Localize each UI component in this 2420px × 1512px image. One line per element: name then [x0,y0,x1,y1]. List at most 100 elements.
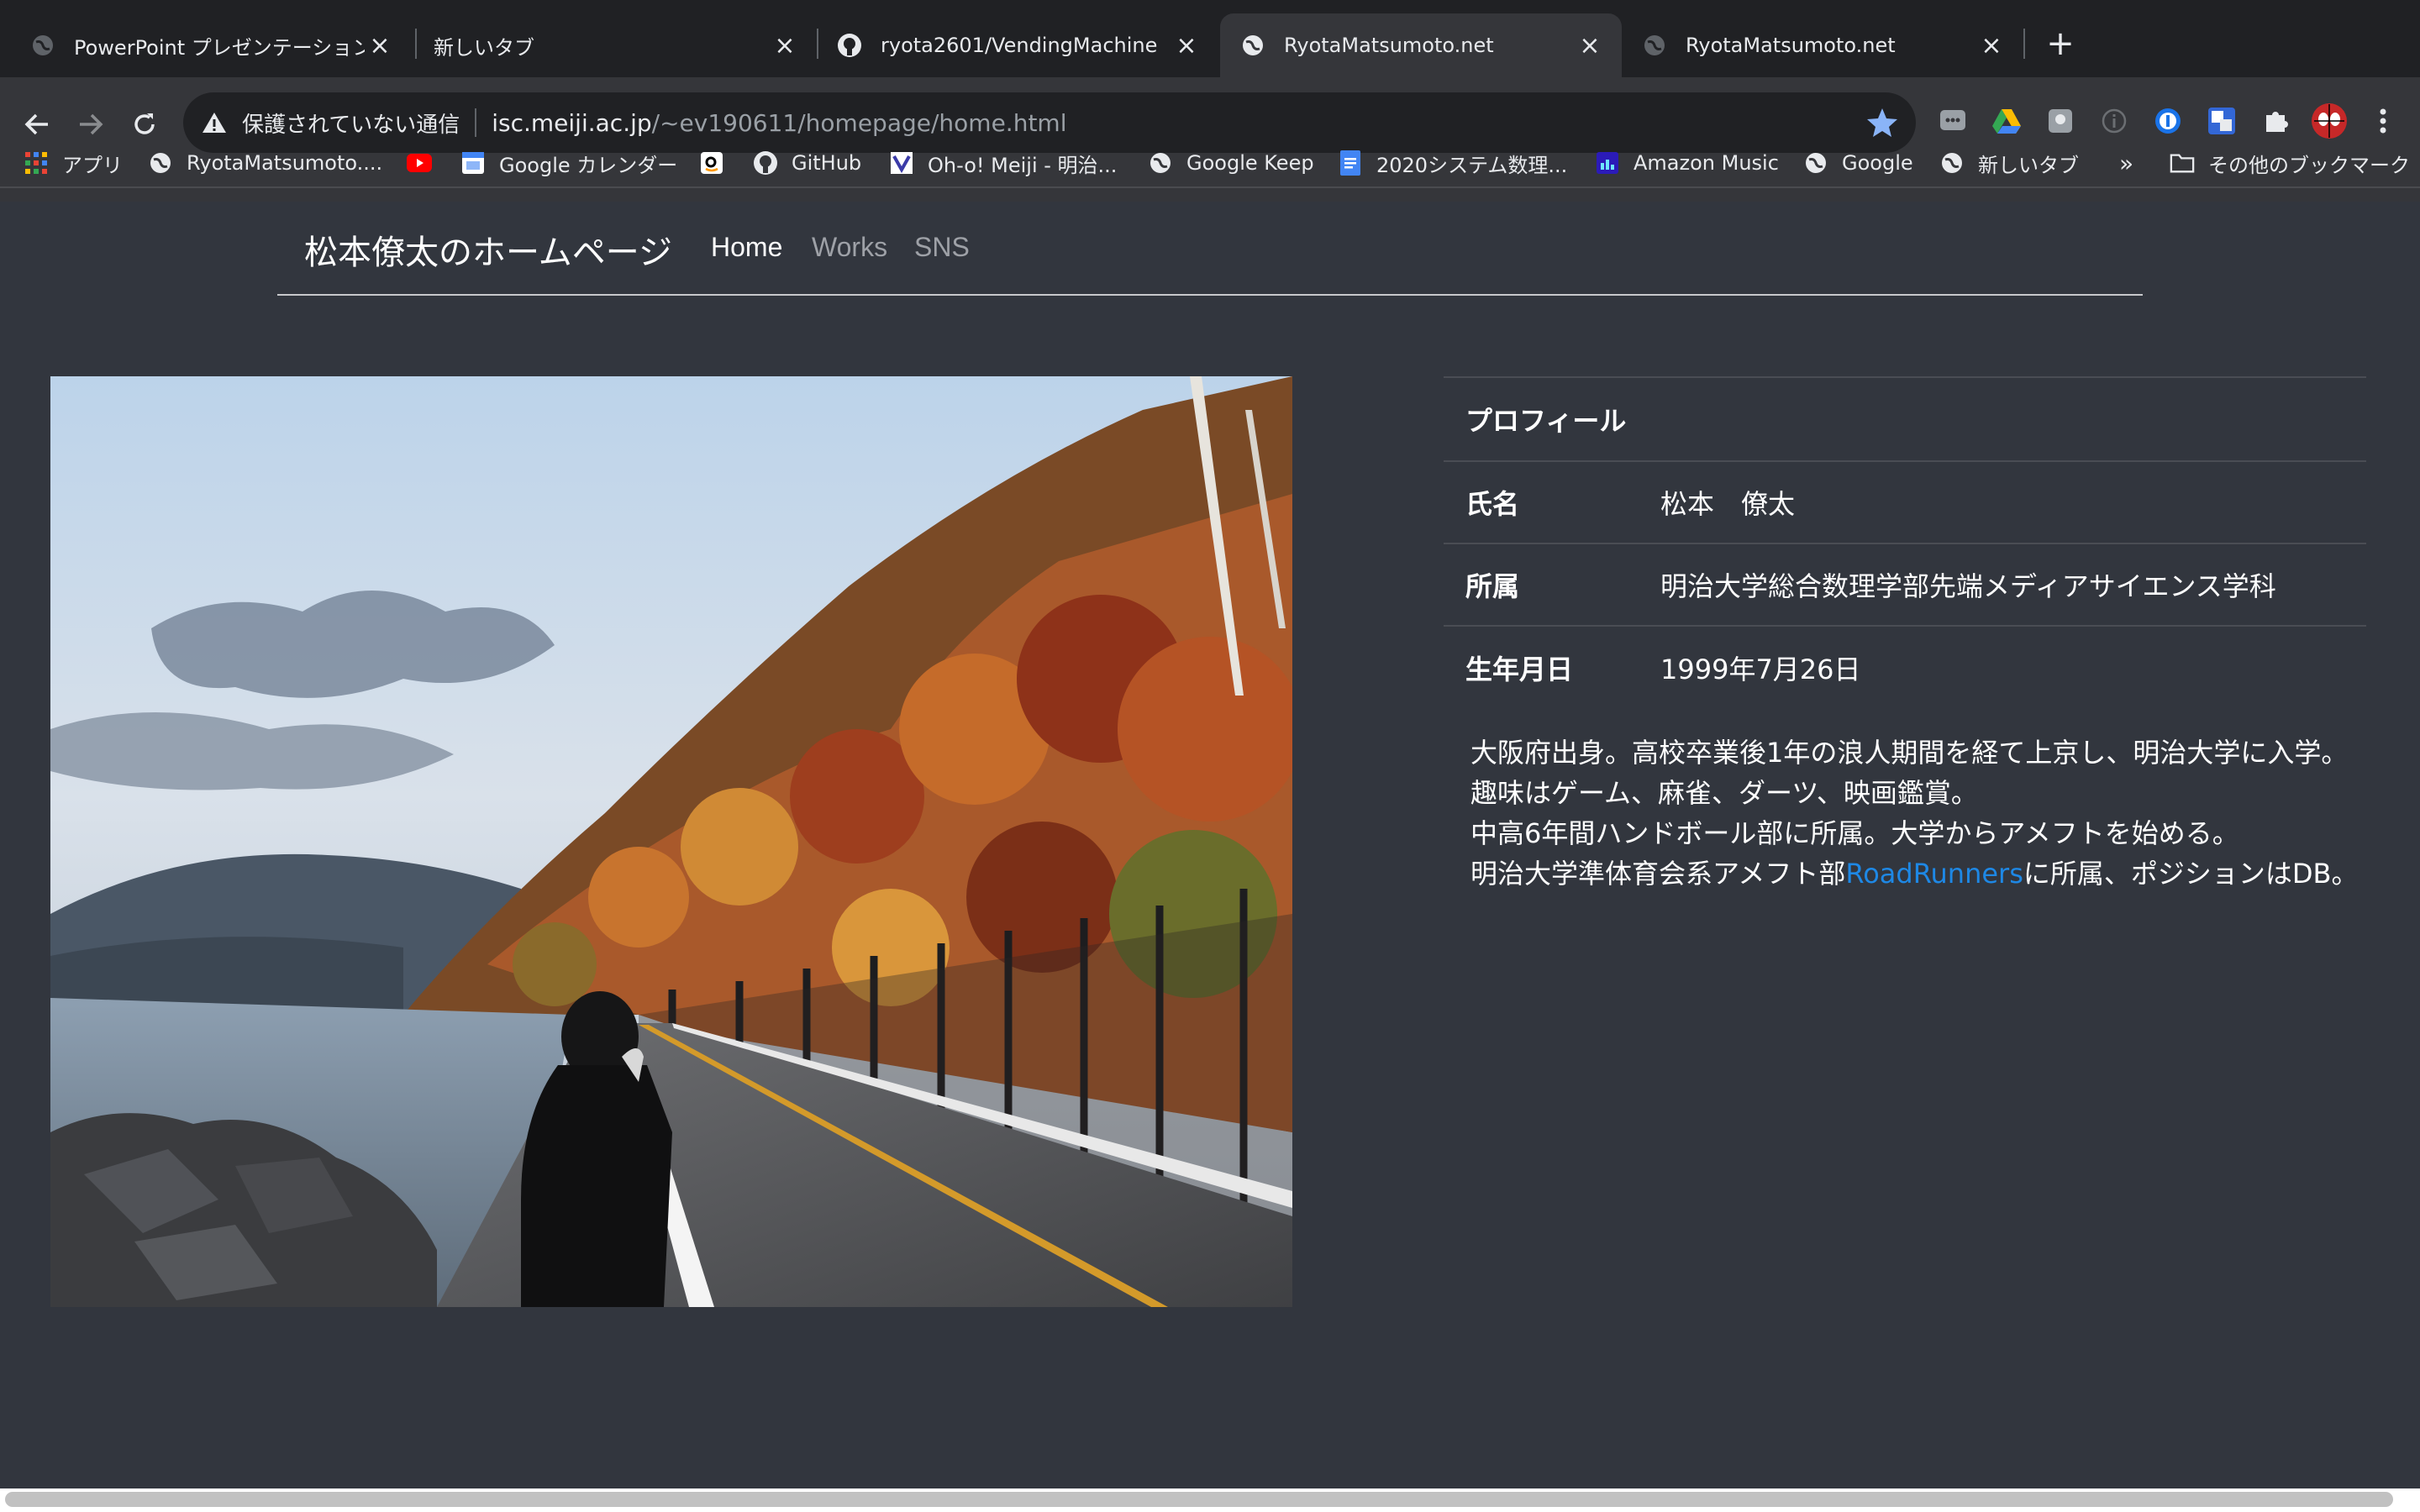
bookmark-google-calendar[interactable]: Google カレンダー [460,139,677,186]
nav-works[interactable]: Works [812,232,887,263]
bio-text: 大阪府出身。高校卒業後1年の浪人期間を経て上京し、明治大学に入学。 趣味はゲーム… [1470,732,2395,894]
bookmark-label: GitHub [792,151,862,175]
row-value-name: 松本 僚太 [1660,488,1796,520]
close-icon[interactable]: × [1171,30,1202,60]
horizontal-scrollbar[interactable] [0,1488,2420,1512]
close-icon[interactable]: × [365,30,395,60]
bookmark-2020-system[interactable]: 2020システム数理... [1338,139,1567,186]
amazon-icon [699,150,724,176]
row-label-birthday: 生年月日 [1465,653,1574,685]
profile-avatar[interactable] [2311,102,2348,139]
folder-icon [2170,150,2195,176]
row-value-affiliation: 明治大学総合数理学部先端メディアサイエンス学科 [1660,570,2276,602]
tab-separator [2023,29,2025,59]
security-status[interactable]: 保護されていない通信 [242,108,460,139]
globe-icon [1939,150,1965,176]
bookmark-oh-o-meiji[interactable]: Oh-o! Meiji - 明治... [889,139,1117,186]
chat-extension-icon[interactable] [1934,102,1971,139]
bookmark-youtube[interactable] [407,139,445,186]
github-icon [753,150,778,176]
bookmark-label: 新しいタブ [1978,153,2079,177]
bookmark-ryotamatsumoto[interactable]: RyotaMatsumoto.... [148,139,382,186]
bookmark-label: 2020システム数理... [1376,153,1568,177]
tab-title: 新しいタブ [434,35,534,60]
profile-heading: プロフィール [1444,376,2366,461]
close-icon[interactable]: × [1976,30,2007,60]
bookmark-google-keep[interactable]: Google Keep [1148,139,1314,186]
address-divider [475,108,477,137]
site-brand[interactable]: 松本僚太のホームページ [304,225,672,274]
close-icon[interactable]: × [770,30,800,60]
warning-icon[interactable] [200,108,229,137]
table-row: 生年月日 1999年7月26日 [1444,626,2366,708]
bookmark-label: アプリ [62,153,123,177]
password-manager-icon[interactable] [2149,102,2186,139]
globe-icon [1642,33,1667,58]
tab-title: ryota2601/VendingMachine [881,34,1158,57]
arrow-left-icon [24,113,48,135]
globe-icon [30,33,55,58]
github-icon [837,33,862,58]
bio-line: 中高6年間ハンドボール部に所属。大学からアメフトを始める。 [1470,817,2239,849]
tab-ryotamatsumoto[interactable]: RyotaMatsumoto.net × [1625,13,2023,77]
bookmark-label: Google [1842,151,1913,175]
bio-line: 大阪府出身。高校卒業後1年の浪人期間を経て上京し、明治大学に入学。 [1470,737,2349,769]
globe-icon [1148,150,1173,176]
bookmark-amazon-music[interactable]: Amazon Music [1595,139,1779,186]
bookmark-label: その他のブックマーク [2208,153,2410,177]
site-navbar: 松本僚太のホームページ Home Works SNS [277,202,2143,296]
bookmark-github[interactable]: GitHub [753,139,861,186]
bio-line: 明治大学準体育会系アメフト部RoadRunnersに所属、ポジションはDB。 [1470,853,2395,894]
reload-icon [134,113,155,134]
bookmark-label: Oh-o! Meiji - 明治... [928,153,1118,177]
globe-icon [148,150,173,176]
tab-powerpoint[interactable]: PowerPoint プレゼンテーション × [0,13,412,77]
tab-github-vending[interactable]: ryota2601/VendingMachine × [807,13,1218,77]
info-extension-icon[interactable] [2096,102,2133,139]
close-icon[interactable]: × [1575,30,1605,60]
puzzle-extensions-icon[interactable] [2257,102,2294,139]
profile-section: プロフィール 氏名 松本 僚太 所属 明治大学総合数理学部先端メディアサイエンス… [1444,376,2366,708]
nav-home[interactable]: Home [711,232,782,263]
table-row: 所属 明治大学総合数理学部先端メディアサイエンス学科 [1444,543,2366,626]
tab-ryotamatsumoto-active[interactable]: RyotaMatsumoto.net × [1220,13,1622,77]
profile-table: プロフィール 氏名 松本 僚太 所属 明治大学総合数理学部先端メディアサイエンス… [1444,376,2366,708]
reader-extension-icon[interactable] [2042,102,2079,139]
tab-title: PowerPoint プレゼンテーション [74,35,365,60]
bookmarks-overflow-button[interactable]: » [2119,139,2133,186]
scrollbar-thumb[interactable] [5,1492,2393,1507]
youtube-icon [407,150,432,176]
url-path[interactable]: /~ev190611/homepage/home.html [652,109,1067,137]
bookmark-star-icon[interactable] [1865,106,1899,139]
bio-line: 趣味はゲーム、麻雀、ダーツ、映画鑑賞。 [1470,777,1978,809]
row-label-name: 氏名 [1465,488,1520,520]
roadrunners-link[interactable]: RoadRunners [1845,858,2023,890]
bookmark-amazon[interactable] [699,139,738,186]
bookmark-apps[interactable]: アプリ [24,139,123,186]
tab-title: RyotaMatsumoto.net [1686,34,1896,57]
bookmark-google[interactable]: Google [1803,139,1913,186]
tab-new-tab[interactable]: 新しいタブ × [417,13,817,77]
more-menu-icon[interactable] [2365,102,2402,139]
translate-extension-icon[interactable] [2203,102,2240,139]
bio-text-segment: に所属、ポジションはDB。 [2023,858,2359,890]
bookmark-label: Google カレンダー [499,153,678,177]
url-host[interactable]: isc.meiji.ac.jp [492,109,651,137]
tab-title: RyotaMatsumoto.net [1284,34,1494,57]
docs-icon [1338,150,1363,176]
new-tab-button[interactable]: + [2040,24,2081,64]
other-bookmarks-folder[interactable]: その他のブックマーク [2170,139,2410,186]
bookmark-label: RyotaMatsumoto.... [187,151,383,175]
amazon-music-icon [1595,150,1620,176]
bookmarks-bar: アプリ RyotaMatsumoto.... Google カレンダー GitH… [0,139,2420,186]
bio-text-segment: 明治大学準体育会系アメフト部 [1470,858,1846,890]
bookmark-label: Google Keep [1186,151,1314,175]
apps-grid-icon [24,150,49,176]
bookmark-new-tab[interactable]: 新しいタブ [1939,139,2079,186]
toolbar-divider [0,186,2420,188]
arrow-right-icon [80,113,103,135]
globe-icon [1803,150,1828,176]
nav-sns[interactable]: SNS [914,232,970,263]
google-drive-icon[interactable] [1988,102,2025,139]
calendar-icon [460,150,486,176]
